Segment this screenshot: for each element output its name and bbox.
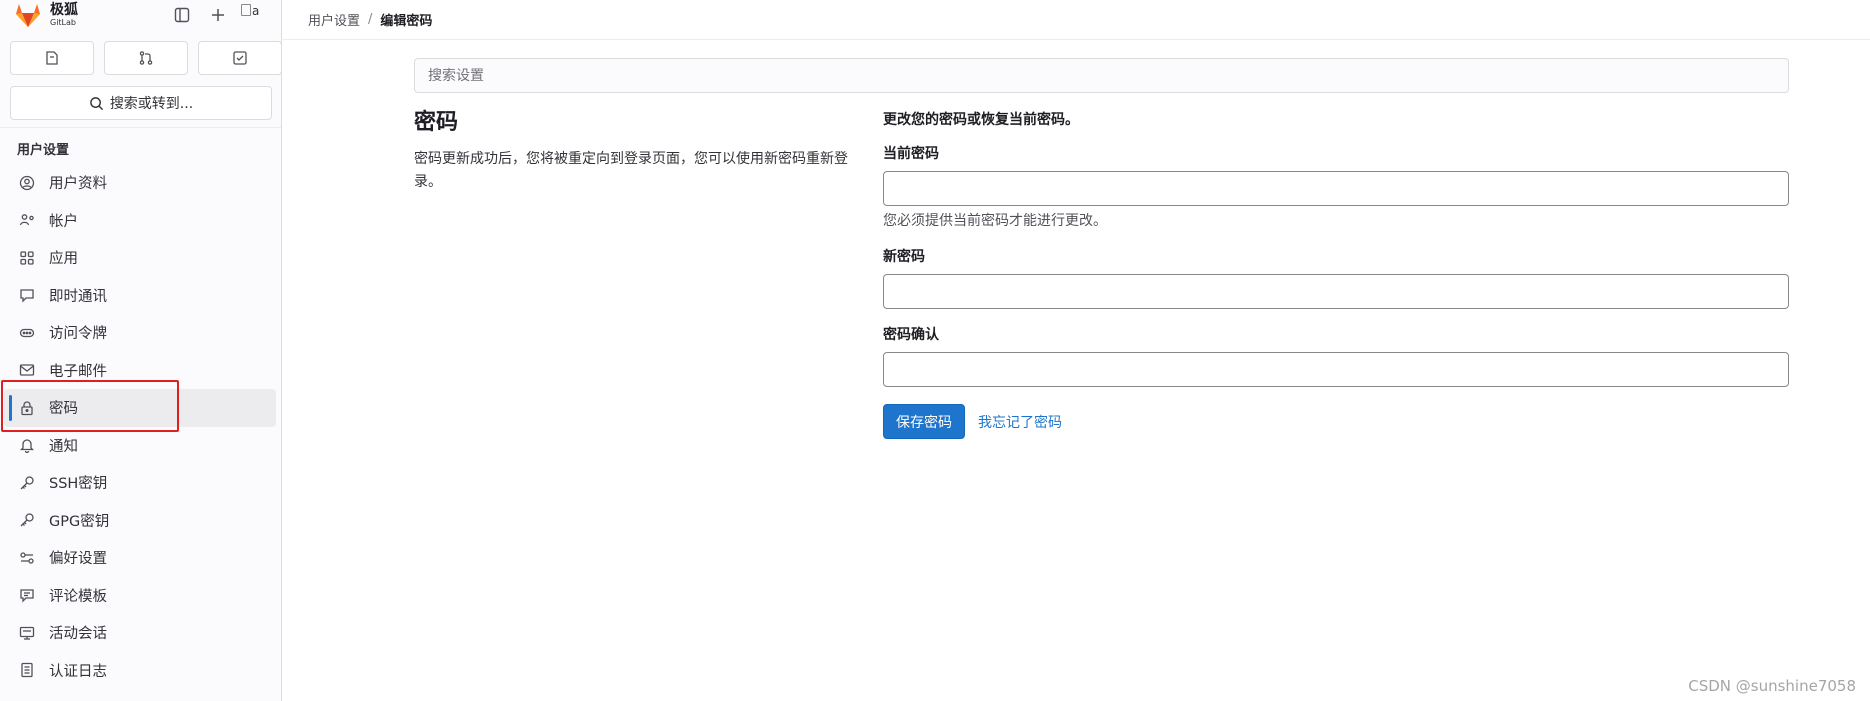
search-icon	[89, 96, 103, 110]
breadcrumb-separator: /	[368, 12, 373, 27]
sidebar-item-preferences[interactable]: 偏好设置	[0, 539, 281, 577]
sidebar-item-chat[interactable]: 即时通讯	[0, 277, 281, 315]
forgot-password-link[interactable]: 我忘记了密码	[978, 412, 1062, 432]
sidebar-item-label: 帐户	[49, 213, 78, 230]
sidebar-header: 极狐 GitLab a	[0, 0, 281, 30]
sidebar-item-auth-log[interactable]: 认证日志	[0, 652, 281, 690]
sidebar-item-label: 评论模板	[49, 588, 107, 605]
sidebar-item-account[interactable]: 帐户	[0, 202, 281, 240]
mail-icon	[18, 361, 36, 379]
password-section-info: 密码 密码更新成功后，您将被重定向到登录页面，您可以使用新密码重新登录。	[414, 108, 854, 194]
token-icon	[18, 324, 36, 342]
settings-search-input[interactable]	[414, 58, 1789, 93]
new-password-field[interactable]	[883, 274, 1789, 309]
bell-icon	[18, 436, 36, 454]
log-icon	[18, 661, 36, 679]
sidebar-item-label: 偏好设置	[49, 551, 107, 568]
gitlab-logo-icon[interactable]	[14, 0, 44, 30]
profile-icon	[18, 174, 36, 192]
chat-icon	[18, 286, 36, 304]
sessions-icon	[18, 624, 36, 642]
sidebar-item-emails[interactable]: 电子邮件	[0, 352, 281, 390]
todos-button[interactable]	[198, 41, 281, 75]
password-confirmation-field[interactable]	[883, 352, 1789, 387]
sidebar-item-label: 认证日志	[49, 663, 107, 680]
key-icon	[18, 511, 36, 529]
sidebar-item-gpg-keys[interactable]: GPG密钥	[0, 502, 281, 540]
breadcrumb-user-settings[interactable]: 用户设置	[308, 10, 360, 29]
sidebar-item-applications[interactable]: 应用	[0, 239, 281, 277]
sidebar-item-label: GPG密钥	[49, 513, 110, 530]
key-icon	[18, 474, 36, 492]
sidebar-item-label: 活动会话	[49, 626, 107, 643]
sidebar-item-notifications[interactable]: 通知	[0, 427, 281, 465]
breadcrumb: 用户设置 / 编辑密码	[283, 0, 1870, 40]
current-password-field[interactable]	[883, 171, 1789, 206]
preferences-icon	[18, 549, 36, 567]
merge-requests-button[interactable]	[104, 41, 188, 75]
avatar[interactable]: a	[241, 4, 269, 26]
sidebar-item-label: 访问令牌	[49, 326, 107, 343]
current-password-help: 您必须提供当前密码才能进行更改。	[883, 213, 1107, 229]
save-password-button[interactable]: 保存密码	[883, 404, 965, 439]
sidebar-item-ssh-keys[interactable]: SSH密钥	[0, 464, 281, 502]
section-description: 密码更新成功后，您将被重定向到登录页面，您可以使用新密码重新登录。	[414, 151, 848, 190]
sidebar-item-label: 应用	[49, 251, 78, 268]
sidebar-item-label: 电子邮件	[49, 363, 107, 380]
new-password-label: 新密码	[883, 249, 925, 265]
form-intro: 更改您的密码或恢复当前密码。	[883, 112, 1079, 128]
sidebar-item-profile[interactable]: 用户资料	[0, 164, 281, 202]
search-or-go-to-button[interactable]: 搜索或转到...	[10, 86, 272, 120]
lock-icon	[18, 399, 36, 417]
settings-nav: 用户资料 帐户 应用 即时通讯 访问令牌 电子邮件 密码 通知 SSH密钥 GP…	[0, 164, 281, 690]
current-password-label: 当前密码	[883, 146, 939, 162]
applications-icon	[18, 249, 36, 267]
sidebar-item-label: 密码	[49, 401, 78, 418]
issues-button[interactable]	[10, 41, 94, 75]
brand-name: 极狐 GitLab	[50, 1, 78, 27]
sidebar-item-label: 通知	[49, 438, 78, 455]
sidebar-section-title: 用户设置	[17, 143, 70, 158]
page-title: 密码	[414, 110, 459, 135]
sidebar-item-access-tokens[interactable]: 访问令牌	[0, 314, 281, 352]
sidebar-toggle-icon[interactable]	[169, 4, 195, 26]
account-icon	[18, 211, 36, 229]
sidebar-item-active-sessions[interactable]: 活动会话	[0, 614, 281, 652]
create-new-icon[interactable]	[205, 4, 231, 26]
sidebar-item-label: SSH密钥	[49, 476, 108, 493]
sidebar: 极狐 GitLab a 搜索或转到... 用户设置 用户资料 帐户 应用 即时通…	[0, 0, 282, 701]
sidebar-item-comment-templates[interactable]: 评论模板	[0, 577, 281, 615]
watermark: CSDN @sunshine7058	[1688, 677, 1856, 695]
sidebar-divider	[0, 127, 281, 128]
sidebar-item-label: 用户资料	[49, 176, 107, 193]
search-button-label: 搜索或转到...	[109, 96, 194, 112]
password-form: 更改您的密码或恢复当前密码。 当前密码 您必须提供当前密码才能进行更改。 新密码…	[883, 110, 1789, 439]
comment-template-icon	[18, 586, 36, 604]
password-confirmation-label: 密码确认	[883, 327, 939, 343]
sidebar-item-label: 即时通讯	[49, 288, 107, 305]
sidebar-item-password[interactable]: 密码	[4, 389, 276, 427]
breadcrumb-current[interactable]: 编辑密码	[380, 10, 432, 29]
